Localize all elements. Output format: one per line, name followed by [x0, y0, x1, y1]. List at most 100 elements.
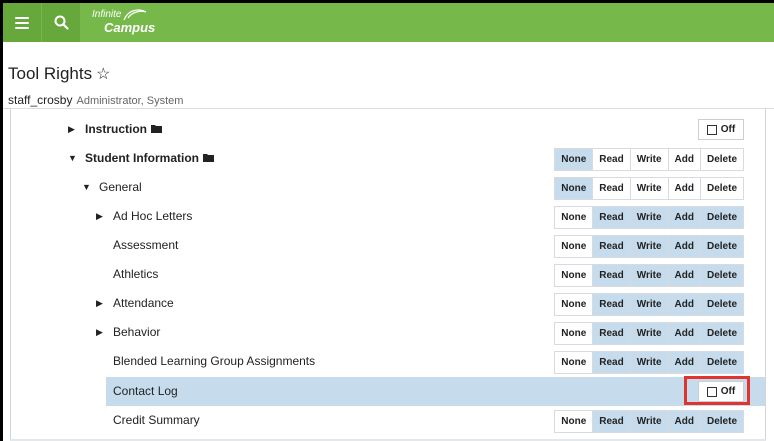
top-bar: Infinite Campus	[3, 0, 774, 42]
right-delete-button[interactable]: Delete	[700, 264, 744, 287]
right-delete-button[interactable]: Delete	[700, 322, 744, 345]
right-delete-button[interactable]: Delete	[700, 410, 744, 433]
right-read-button[interactable]: Read	[593, 293, 631, 316]
checkbox-icon	[706, 124, 717, 135]
tree-row-assessment[interactable]: Assessment None Read Write Add Delete	[11, 231, 765, 260]
rights-selector: None Read Write Add Delete	[554, 351, 744, 374]
tree-row-label: Athletics	[113, 267, 159, 281]
tree-row-credit-summary[interactable]: Credit Summary None Read Write Add Delet…	[11, 406, 765, 435]
right-delete-button[interactable]: Delete	[700, 235, 744, 258]
highlight-callout-box	[684, 376, 750, 405]
tree-row-label: Student Information	[85, 144, 216, 173]
tree-row-label: Ad Hoc Letters	[113, 209, 193, 223]
tree-row-label: Blended Learning Group Assignments	[113, 354, 316, 368]
page-title-text: Tool Rights	[8, 64, 93, 83]
logo-swoosh-icon	[123, 9, 147, 21]
right-write-button[interactable]: Write	[630, 293, 669, 316]
expand-arrow-icon[interactable]: ▶	[68, 115, 75, 144]
tool-rights-tree: ▶ Instruction Off ▼ Student Information …	[10, 109, 766, 441]
off-toggle[interactable]: Off	[698, 119, 744, 140]
user-info: staff_crosby Administrator, System	[8, 93, 183, 107]
star-icon[interactable]: ☆	[96, 66, 110, 83]
right-write-button[interactable]: Write	[630, 206, 669, 229]
folder-icon	[151, 125, 162, 133]
right-add-button[interactable]: Add	[668, 293, 701, 316]
expand-arrow-icon[interactable]: ▶	[96, 289, 103, 318]
right-none-button[interactable]: None	[554, 293, 594, 316]
tree-row-label: Behavior	[113, 325, 161, 339]
tree-row-behavior[interactable]: ▶ Behavior None Read Write Add Delete	[11, 318, 765, 347]
right-add-button[interactable]: Add	[668, 410, 701, 433]
right-add-button[interactable]: Add	[668, 351, 701, 374]
right-none-button[interactable]: None	[554, 206, 594, 229]
right-add-button[interactable]: Add	[668, 264, 701, 287]
user-role: Administrator, System	[76, 95, 184, 107]
right-delete-button[interactable]: Delete	[700, 206, 744, 229]
right-add-button[interactable]: Add	[668, 235, 701, 258]
search-button[interactable]	[42, 3, 80, 42]
right-add-button[interactable]: Add	[668, 206, 701, 229]
tree-row-general[interactable]: ▼ General None Read Write Add Delete	[11, 173, 765, 202]
right-add-button[interactable]: Add	[668, 148, 701, 171]
rights-selector: None Read Write Add Delete	[554, 148, 744, 171]
username: staff_crosby	[8, 93, 73, 107]
right-read-button[interactable]: Read	[593, 264, 631, 287]
tree-row-label: Attendance	[113, 296, 174, 310]
right-read-button[interactable]: Read	[593, 322, 631, 345]
tree-row-blended-learning-group-assignments[interactable]: Blended Learning Group Assignments None …	[11, 347, 765, 376]
right-none-button[interactable]: None	[554, 351, 594, 374]
right-read-button[interactable]: Read	[593, 177, 631, 200]
right-delete-button[interactable]: Delete	[700, 148, 744, 171]
right-read-button[interactable]: Read	[593, 206, 631, 229]
tree-row-label: Credit Summary	[113, 413, 200, 427]
expand-arrow-icon[interactable]: ▶	[96, 318, 103, 347]
folder-icon	[203, 154, 214, 162]
right-add-button[interactable]: Add	[668, 322, 701, 345]
right-none-button[interactable]: None	[554, 322, 594, 345]
right-write-button[interactable]: Write	[630, 177, 669, 200]
infinite-campus-logo[interactable]: Infinite Campus	[92, 8, 155, 34]
page-title: Tool Rights ☆	[8, 64, 110, 84]
tree-row-ad-hoc-letters[interactable]: ▶ Ad Hoc Letters None Read Write Add Del…	[11, 202, 765, 231]
right-delete-button[interactable]: Delete	[700, 351, 744, 374]
right-write-button[interactable]: Write	[630, 322, 669, 345]
tree-row-label: Contact Log	[113, 384, 178, 398]
right-write-button[interactable]: Write	[630, 148, 669, 171]
tree-row-attendance[interactable]: ▶ Attendance None Read Write Add Delete	[11, 289, 765, 318]
tree-row-instruction[interactable]: ▶ Instruction Off	[11, 115, 765, 144]
tree-row-contact-log[interactable]: Contact Log Off	[106, 376, 765, 406]
right-read-button[interactable]: Read	[593, 351, 631, 374]
right-delete-button[interactable]: Delete	[700, 177, 744, 200]
tree-row-label: Instruction	[85, 115, 164, 144]
menu-button[interactable]	[3, 3, 41, 42]
right-write-button[interactable]: Write	[630, 264, 669, 287]
tree-row-label: Assessment	[113, 238, 179, 252]
right-none-button[interactable]: None	[554, 410, 594, 433]
collapse-arrow-icon[interactable]: ▼	[68, 144, 77, 173]
expand-arrow-icon[interactable]: ▶	[96, 202, 103, 231]
rights-selector: None Read Write Add Delete	[554, 322, 744, 345]
rights-selector: None Read Write Add Delete	[554, 410, 744, 433]
right-read-button[interactable]: Read	[593, 148, 631, 171]
rights-selector: None Read Write Add Delete	[554, 264, 744, 287]
right-write-button[interactable]: Write	[630, 351, 669, 374]
right-none-button[interactable]: None	[554, 148, 594, 171]
tree-row-athletics[interactable]: Athletics None Read Write Add Delete	[11, 260, 765, 289]
rights-selector: None Read Write Add Delete	[554, 177, 744, 200]
tree-row-label: General	[99, 180, 142, 194]
rights-selector: None Read Write Add Delete	[554, 235, 744, 258]
right-read-button[interactable]: Read	[593, 410, 631, 433]
rights-selector: None Read Write Add Delete	[554, 293, 744, 316]
right-write-button[interactable]: Write	[630, 410, 669, 433]
tree-row-student-information[interactable]: ▼ Student Information None Read Write Ad…	[11, 144, 765, 173]
right-write-button[interactable]: Write	[630, 235, 669, 258]
right-add-button[interactable]: Add	[668, 177, 701, 200]
rights-selector: None Read Write Add Delete	[554, 206, 744, 229]
right-delete-button[interactable]: Delete	[700, 293, 744, 316]
right-none-button[interactable]: None	[554, 177, 594, 200]
right-read-button[interactable]: Read	[593, 235, 631, 258]
collapse-arrow-icon[interactable]: ▼	[82, 173, 91, 202]
right-none-button[interactable]: None	[554, 235, 594, 258]
hamburger-icon	[15, 16, 29, 29]
right-none-button[interactable]: None	[554, 264, 594, 287]
